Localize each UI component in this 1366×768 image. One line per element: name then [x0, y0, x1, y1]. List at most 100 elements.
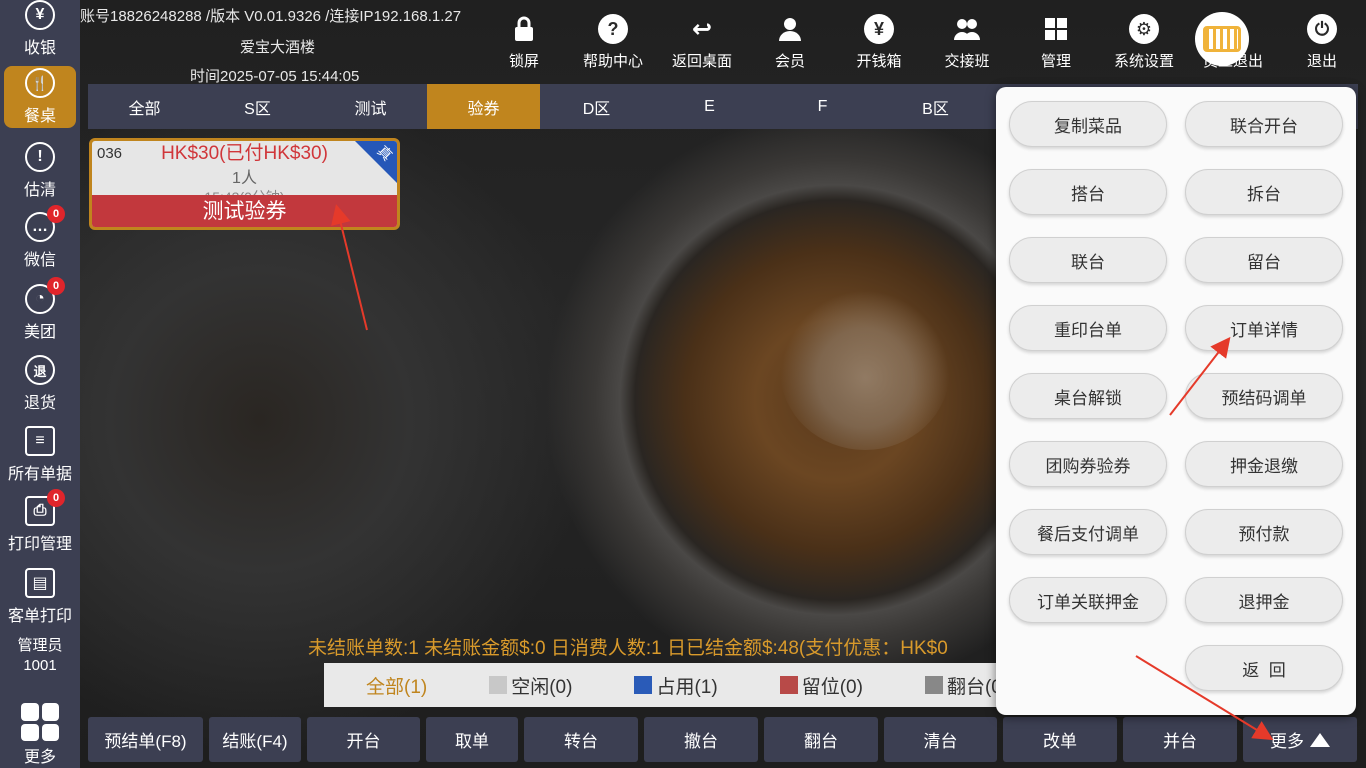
open-table-button[interactable]: 开台	[307, 717, 420, 762]
pre-bill-code-button[interactable]: 预结码调单	[1185, 373, 1343, 419]
system-settings-button[interactable]: ⚙ 系统设置	[1099, 14, 1189, 76]
exit-button[interactable]: ⏻ 退出	[1277, 14, 1366, 76]
filter-all[interactable]: 全部(1)	[324, 663, 427, 707]
tab-d-area[interactable]: D区	[540, 84, 653, 129]
filter-idle[interactable]: 空闲(0)	[465, 663, 572, 707]
sidebar-item-label: 退货	[23, 395, 56, 412]
tab-test[interactable]: 测试	[314, 84, 427, 129]
sidebar-item-meituan[interactable]: ◔ 0 美团	[4, 277, 76, 344]
filter-reserved[interactable]: 留位(0)	[756, 663, 863, 707]
return-desktop-button[interactable]: ↩ 返回桌面	[657, 14, 747, 76]
turnover-button[interactable]: 翻台	[764, 717, 878, 762]
wechat-badge: 0	[47, 205, 65, 223]
table-number: 036	[97, 145, 123, 162]
sidebar-item-sold-out[interactable]: ! 估清	[4, 140, 76, 202]
sidebar-item-label: 餐桌	[23, 108, 56, 125]
filter-label: 占用(1)	[656, 676, 718, 698]
pick-order-button[interactable]: 取单	[426, 717, 518, 762]
yen-icon: ¥	[25, 0, 55, 30]
management-button[interactable]: 管理	[1011, 14, 1101, 76]
pre-bill-button[interactable]: 预结单(F8)	[88, 717, 203, 762]
filter-label: 留位(0)	[801, 676, 863, 698]
deposit-refund-button[interactable]: 押金退缴	[1185, 441, 1343, 487]
sidebar-item-print-management[interactable]: ⎙ 0 打印管理	[4, 489, 76, 556]
more-button[interactable]: 更多	[1243, 717, 1357, 762]
filter-turnover[interactable]: 翻台(0	[901, 663, 1002, 707]
lock-screen-button[interactable]: 锁屏	[479, 14, 569, 76]
table-card[interactable]: HK$30(已付HK$30) 036 1人 15:43(0分钟) 测试验券 真	[89, 138, 400, 230]
account-info: 账号18826248288 /版本 V0.01.9326 /连接IP192.16…	[80, 8, 462, 25]
copy-dishes-button[interactable]: 复制菜品	[1009, 101, 1167, 147]
group-voucher-button[interactable]: 团购券验券	[1009, 441, 1167, 487]
power-icon: ⏻	[1307, 14, 1337, 44]
daily-stats: 未结账单数:1 未结账金额$:0 日消费人数:1 日已结金额$:48(支付优惠：…	[308, 638, 948, 659]
keyboard-icon	[1203, 26, 1241, 52]
help-icon: ?	[598, 14, 628, 44]
toolbar-label: 锁屏	[508, 53, 539, 70]
filter-label: 全部(1)	[366, 676, 428, 698]
return-deposit-button[interactable]: 退押金	[1185, 577, 1343, 623]
document-icon: ≡	[25, 426, 55, 456]
table-name: 测试验券	[92, 195, 397, 227]
lock-icon	[509, 14, 539, 44]
idle-swatch	[489, 676, 508, 694]
tab-voucher[interactable]: 验券	[427, 84, 540, 129]
tab-all[interactable]: 全部	[88, 84, 201, 129]
reprint-bill-button[interactable]: 重印台单	[1009, 305, 1167, 351]
sidebar-item-tables[interactable]: 🍴 餐桌	[4, 66, 76, 128]
link-table-button[interactable]: 联台	[1009, 237, 1167, 283]
filter-label: 空闲(0)	[511, 676, 573, 698]
tab-b-area[interactable]: B区	[879, 84, 992, 129]
reserved-swatch	[779, 676, 798, 694]
sidebar-item-label: 收银	[23, 40, 56, 57]
checkout-button[interactable]: 结账(F4)	[209, 717, 301, 762]
toolbar-label: 开钱箱	[856, 53, 902, 70]
tab-s-area[interactable]: S区	[201, 84, 314, 129]
sidebar-item-label: 更多	[23, 749, 56, 766]
toolbar-label: 返回桌面	[671, 53, 732, 70]
sidebar-item-receipt-print[interactable]: ▤ 客单打印	[4, 566, 76, 628]
shift-handover-button[interactable]: 交接班	[922, 14, 1012, 76]
filter-occupied[interactable]: 占用(1)	[610, 663, 718, 707]
warning-icon: !	[25, 142, 55, 172]
cancel-table-button[interactable]: 撤台	[644, 717, 758, 762]
tab-e[interactable]: E	[653, 84, 766, 129]
post-meal-payment-button[interactable]: 餐后支付调单	[1009, 509, 1167, 555]
clear-table-button[interactable]: 清台	[884, 717, 997, 762]
share-table-button[interactable]: 搭台	[1009, 169, 1167, 215]
transfer-table-button[interactable]: 转台	[524, 717, 638, 762]
joint-open-button[interactable]: 联合开台	[1185, 101, 1343, 147]
chat-icon: … 0	[25, 205, 65, 242]
toolbar-label: 交接班	[944, 53, 990, 70]
back-button[interactable]: 返 回	[1185, 645, 1343, 691]
sidebar-item-wechat[interactable]: … 0 微信	[4, 205, 76, 272]
toolbar-label: 管理	[1040, 53, 1071, 70]
reserve-table-button[interactable]: 留台	[1185, 237, 1343, 283]
keyboard-button[interactable]	[1195, 12, 1249, 66]
sidebar-more-button[interactable]: 更多	[4, 702, 76, 768]
print-badge: 0	[47, 489, 65, 507]
money-bag-icon: ¥	[864, 14, 894, 44]
tab-f[interactable]: F	[766, 84, 879, 129]
prepayment-button[interactable]: 预付款	[1185, 509, 1343, 555]
management-grid-icon	[1041, 14, 1071, 44]
sidebar-item-label: 所有单据	[7, 466, 72, 483]
split-table-button[interactable]: 拆台	[1185, 169, 1343, 215]
open-cash-drawer-button[interactable]: ¥ 开钱箱	[834, 14, 924, 76]
toolbar-label: 系统设置	[1113, 53, 1174, 70]
undo-arrow-icon: ↩	[691, 15, 713, 43]
sidebar: ¥ 收银 🍴 餐桌 ! 估清 … 0 微信 ◔ 0 美团 退 退货 ≡ 所有单据 ⎙…	[0, 0, 80, 768]
member-button[interactable]: 会员	[745, 14, 835, 76]
return-icon: 退	[25, 355, 55, 385]
order-details-button[interactable]: 订单详情	[1185, 305, 1343, 351]
modify-order-button[interactable]: 改单	[1003, 717, 1117, 762]
sidebar-item-label: 美团	[23, 324, 56, 341]
merge-table-button[interactable]: 并台	[1123, 717, 1237, 762]
help-center-button[interactable]: ? 帮助中心	[568, 14, 658, 76]
sidebar-item-cashier[interactable]: ¥ 收银	[4, 0, 76, 60]
sidebar-item-all-orders[interactable]: ≡ 所有单据	[4, 424, 76, 486]
unlock-table-button[interactable]: 桌台解锁	[1009, 373, 1167, 419]
sidebar-item-returns[interactable]: 退 退货	[4, 353, 76, 415]
fork-knife-icon: 🍴	[25, 68, 55, 98]
order-link-deposit-button[interactable]: 订单关联押金	[1009, 577, 1167, 623]
